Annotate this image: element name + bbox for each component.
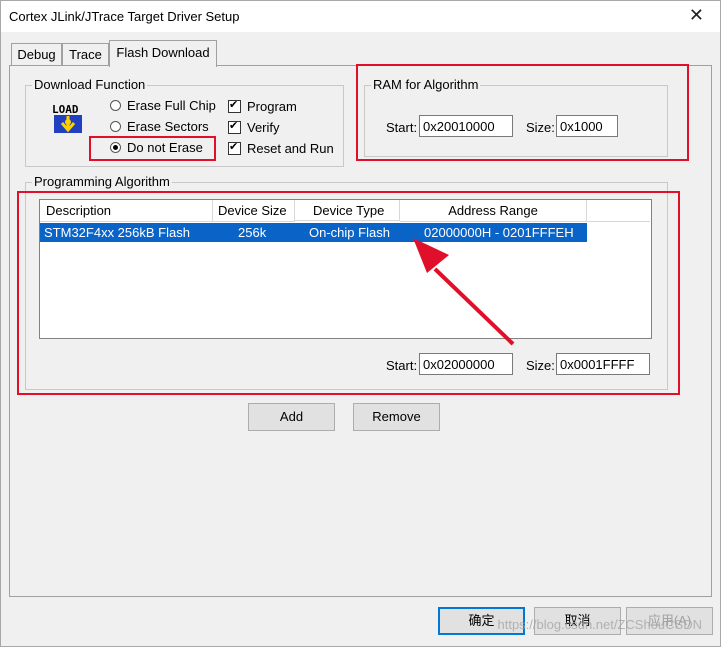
load-icon: LOAD (52, 103, 82, 133)
algorithm-list[interactable]: Description Device Size Device Type Addr… (39, 199, 652, 339)
row-address-range: 02000000H - 0201FFFEH (424, 225, 574, 240)
radio-indicator-selected (110, 142, 121, 153)
program-label: Program (247, 99, 297, 114)
ram-size-label: Size: (526, 120, 555, 135)
programming-algorithm-label: Programming Algorithm (32, 174, 172, 189)
svg-text:LOAD: LOAD (52, 103, 79, 116)
verify-label: Verify (247, 120, 280, 135)
column-header-device-type[interactable]: Device Type (295, 200, 400, 221)
reset-and-run-checkbox[interactable]: Reset and Run (228, 140, 334, 156)
tab-flash-download[interactable]: Flash Download (109, 40, 217, 67)
table-row[interactable]: STM32F4xx 256kB Flash 256k On-chip Flash… (40, 223, 587, 242)
ok-button[interactable]: 确定 (438, 607, 525, 635)
close-icon[interactable]: ✕ (689, 5, 704, 26)
window-title: Cortex JLink/JTrace Target Driver Setup (9, 9, 240, 24)
algo-size-label: Size: (526, 358, 555, 373)
erase-full-chip-label: Erase Full Chip (127, 98, 216, 113)
column-header-address-range[interactable]: Address Range (400, 200, 587, 222)
erase-full-chip-radio[interactable]: Erase Full Chip (110, 98, 216, 113)
dialog-window: Cortex JLink/JTrace Target Driver Setup … (0, 0, 721, 647)
checkbox-indicator (228, 140, 241, 155)
erase-sectors-label: Erase Sectors (127, 119, 209, 134)
program-checkbox[interactable]: Program (228, 98, 297, 114)
verify-checkbox[interactable]: Verify (228, 119, 280, 135)
checkbox-indicator (228, 98, 241, 113)
do-not-erase-label: Do not Erase (127, 140, 203, 155)
ram-start-input[interactable]: 0x20010000 (419, 115, 513, 137)
row-device-type: On-chip Flash (309, 225, 390, 240)
column-header-blank (587, 200, 650, 222)
remove-button[interactable]: Remove (353, 403, 440, 431)
row-description: STM32F4xx 256kB Flash (44, 225, 190, 240)
erase-sectors-radio[interactable]: Erase Sectors (110, 119, 209, 134)
cancel-button[interactable]: 取消 (534, 607, 621, 635)
ram-start-label: Start: (386, 120, 418, 135)
title-bar: Cortex JLink/JTrace Target Driver Setup … (1, 1, 720, 32)
row-device-size: 256k (238, 225, 267, 240)
download-function-label: Download Function (32, 77, 148, 92)
ram-size-input[interactable]: 0x1000 (556, 115, 618, 137)
checkbox-indicator (228, 119, 241, 134)
algo-size-input[interactable]: 0x0001FFFF (556, 353, 650, 375)
reset-and-run-label: Reset and Run (247, 141, 334, 156)
algo-start-input[interactable]: 0x02000000 (419, 353, 513, 375)
add-button[interactable]: Add (248, 403, 335, 431)
radio-indicator (110, 100, 121, 111)
apply-button[interactable]: 应用(A) (626, 607, 713, 635)
tab-debug[interactable]: Debug (11, 43, 62, 66)
tab-trace[interactable]: Trace (62, 43, 109, 66)
radio-indicator (110, 121, 121, 132)
do-not-erase-radio[interactable]: Do not Erase (110, 140, 203, 155)
ram-for-algorithm-label: RAM for Algorithm (371, 77, 481, 92)
algo-start-label: Start: (386, 358, 418, 373)
column-header-device-size[interactable]: Device Size (213, 200, 295, 222)
column-header-description[interactable]: Description (40, 200, 213, 222)
